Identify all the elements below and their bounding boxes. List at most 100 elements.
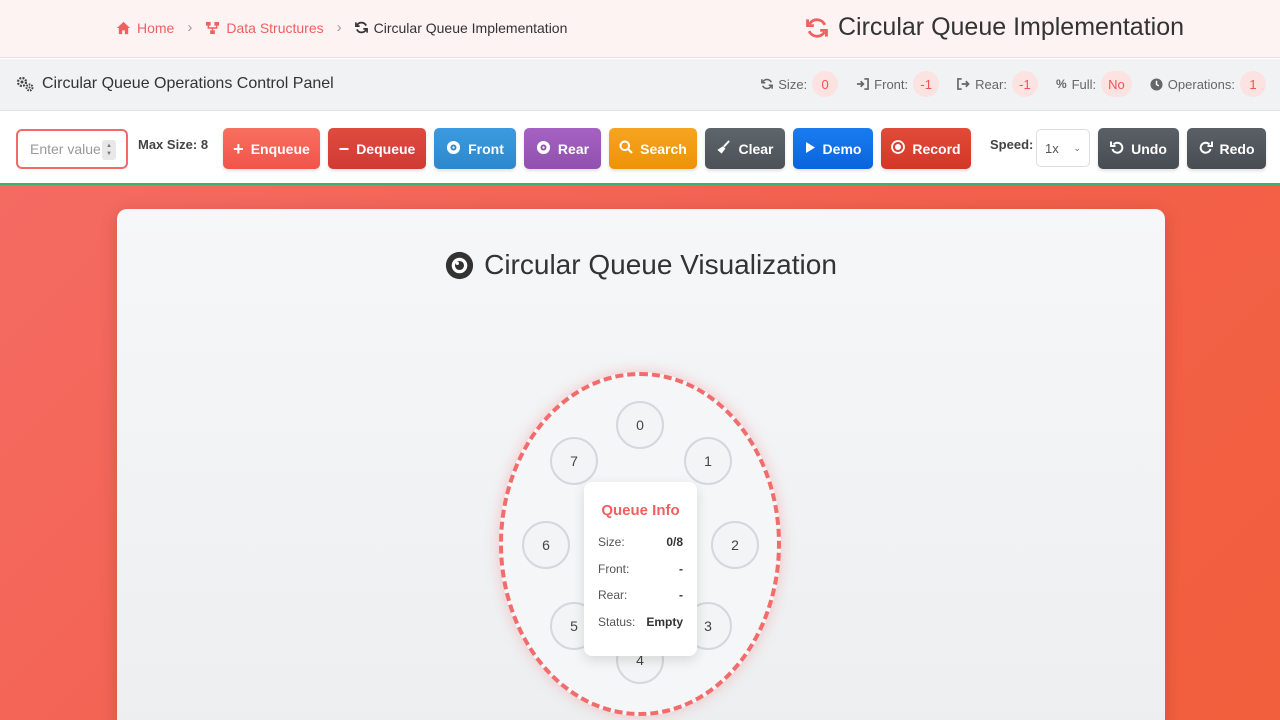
- queue-info-title: Queue Info: [601, 502, 680, 519]
- dequeue-button[interactable]: − Dequeue: [328, 128, 426, 169]
- breadcrumb-separator: ›: [336, 19, 342, 36]
- queue-info-label: Front:: [598, 561, 630, 576]
- chevron-down-icon: ⌄: [1073, 142, 1081, 153]
- queue-info-row: Size: 0/8: [598, 529, 683, 556]
- plus-icon: +: [233, 138, 244, 159]
- breadcrumb-current: Circular Queue Implementation: [354, 19, 568, 36]
- stat-rear-label: Rear:: [975, 76, 1007, 92]
- eye-icon: [445, 251, 474, 280]
- speed-select[interactable]: 1x ⌄: [1036, 129, 1090, 167]
- stat-front: Front: -1: [856, 71, 940, 97]
- breadcrumb-current-label: Circular Queue Implementation: [373, 19, 568, 36]
- stat-operations-value: 1: [1240, 71, 1266, 97]
- queue-info-value: -: [679, 588, 683, 603]
- main-area: Circular Queue Visualization 0 1 2 3 4 5…: [0, 185, 1280, 720]
- search-button-label: Search: [640, 140, 687, 157]
- visualization-card: Circular Queue Visualization 0 1 2 3 4 5…: [117, 209, 1165, 720]
- undo-icon: [1110, 140, 1124, 157]
- speed-label: Speed:: [990, 137, 1034, 152]
- stat-size-label: Size:: [778, 76, 808, 92]
- stat-operations-label: Operations:: [1167, 76, 1235, 92]
- redo-icon: [1199, 140, 1213, 157]
- play-icon: [805, 141, 816, 157]
- redo-button-label: Redo: [1219, 140, 1255, 157]
- clear-button-label: Clear: [738, 140, 774, 157]
- dequeue-button-label: Dequeue: [356, 140, 416, 157]
- queue-slot[interactable]: 6: [522, 521, 570, 569]
- stat-front-value: -1: [913, 71, 940, 97]
- breadcrumb-data-structures-link[interactable]: Data Structures: [205, 19, 324, 36]
- demo-button-label: Demo: [822, 140, 862, 157]
- stat-rear-value: -1: [1011, 71, 1038, 97]
- visualization-title-text: Circular Queue Visualization: [484, 249, 837, 280]
- front-button-label: Front: [468, 140, 504, 157]
- value-input-wrapper[interactable]: ▲▼: [16, 129, 128, 169]
- clear-button[interactable]: Clear: [705, 128, 785, 169]
- queue-info-panel: Queue Info Size: 0/8 Front: - Rear: - St…: [584, 482, 697, 656]
- app-title-text: Circular Queue Implementation: [838, 13, 1184, 41]
- stat-operations: Operations: 1: [1150, 71, 1266, 97]
- minus-icon: −: [338, 138, 350, 159]
- breadcrumb-home-label: Home: [137, 19, 175, 36]
- record-icon: [891, 140, 906, 157]
- queue-info-row: Status: Empty: [598, 609, 683, 636]
- stat-full-value: No: [1101, 71, 1132, 97]
- queue-slot[interactable]: 2: [711, 521, 759, 569]
- cogs-icon: [16, 76, 34, 92]
- breadcrumb-home-link[interactable]: Home: [116, 20, 174, 36]
- record-button[interactable]: Record: [881, 128, 971, 169]
- stat-rear: Rear: -1: [957, 71, 1038, 97]
- undo-button[interactable]: Undo: [1098, 128, 1179, 169]
- record-button-label: Record: [912, 140, 961, 157]
- queue-info-row: Rear: -: [598, 582, 683, 609]
- queue-info-value: 0/8: [666, 535, 683, 550]
- sitemap-icon: [205, 21, 220, 35]
- sync-icon: [354, 21, 368, 34]
- control-panel-title-text: Circular Queue Operations Control Panel: [42, 75, 334, 92]
- eye-icon: [536, 140, 551, 158]
- queue-slot[interactable]: 0: [616, 401, 664, 449]
- visualization-title: Circular Queue Visualization: [117, 249, 1165, 281]
- queue-info-label: Size:: [598, 535, 625, 550]
- queue-info-label: Status:: [598, 614, 636, 629]
- eye-icon: [446, 140, 461, 158]
- queue-info-row: Front: -: [598, 556, 683, 583]
- home-icon: [116, 21, 131, 35]
- broom-icon: [716, 139, 731, 158]
- max-size-label: Max Size: 8: [138, 137, 209, 152]
- front-button[interactable]: Front: [434, 128, 516, 169]
- queue-info-label: Rear:: [598, 588, 628, 603]
- search-button[interactable]: Search: [609, 128, 697, 169]
- percent-icon: %: [1055, 77, 1067, 91]
- redo-button[interactable]: Redo: [1187, 128, 1266, 169]
- stat-size: Size: 0: [761, 71, 839, 97]
- clock-icon: [1150, 77, 1163, 91]
- queue-slot[interactable]: 1: [684, 437, 732, 485]
- refresh-icon: [761, 78, 774, 90]
- enqueue-button[interactable]: + Enqueue: [223, 128, 320, 169]
- stat-front-label: Front:: [874, 76, 909, 92]
- control-panel-header: Circular Queue Operations Control Panel …: [0, 59, 1280, 111]
- stat-full: % Full: No: [1056, 71, 1132, 97]
- queue-slot[interactable]: 7: [550, 437, 598, 485]
- rear-button[interactable]: Rear: [524, 128, 601, 169]
- sign-in-icon: [856, 78, 870, 90]
- demo-button[interactable]: Demo: [793, 128, 873, 169]
- search-icon: [619, 140, 633, 157]
- breadcrumb-data-structures-label: Data Structures: [226, 19, 324, 36]
- number-stepper[interactable]: ▲ ▼: [102, 140, 116, 160]
- top-header: Home › Data Structures › Circular Queue …: [0, 0, 1280, 58]
- queue-info-value: -: [679, 561, 683, 576]
- sync-icon: [806, 17, 828, 39]
- breadcrumb-separator: ›: [187, 19, 193, 36]
- sign-out-icon: [957, 78, 970, 90]
- undo-button-label: Undo: [1131, 140, 1167, 157]
- toolbar: ▲▼ Max Size: 8 + Enqueue − Dequeue Front…: [0, 111, 1280, 185]
- control-panel-title: Circular Queue Operations Control Panel: [16, 75, 334, 93]
- queue-info-value: Empty: [646, 614, 683, 629]
- enqueue-button-label: Enqueue: [250, 140, 310, 157]
- rear-button-label: Rear: [557, 140, 590, 157]
- app-title: Circular Queue Implementation: [806, 13, 1184, 42]
- value-input[interactable]: [30, 141, 102, 157]
- speed-select-value: 1x: [1045, 140, 1059, 156]
